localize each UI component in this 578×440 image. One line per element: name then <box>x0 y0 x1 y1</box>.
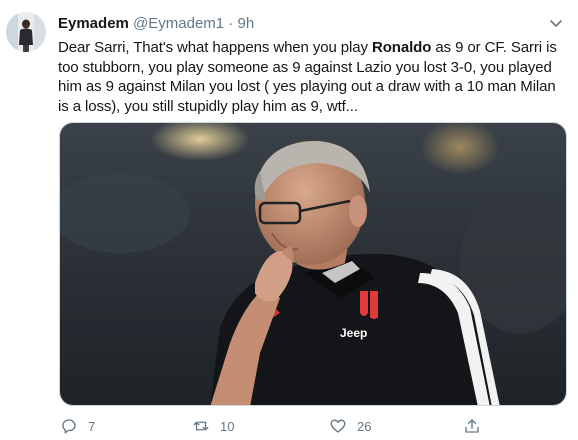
chevron-down-icon <box>550 20 562 27</box>
jersey-sponsor-text: Jeep <box>340 326 367 340</box>
retweet-button[interactable]: 10 <box>192 414 234 438</box>
heart-icon <box>330 419 346 433</box>
avatar[interactable] <box>6 12 46 52</box>
tweet-text-part1: Dear Sarri, That's what happens when you… <box>58 39 372 56</box>
retweet-icon <box>193 421 209 431</box>
tweet: Eymadem @Eymadem1 · 9h Dear Sarri, That'… <box>0 0 578 440</box>
tweet-header: Eymadem @Eymadem1 · 9h <box>58 14 254 34</box>
like-count: 26 <box>357 418 372 434</box>
reply-button[interactable]: 7 <box>60 414 95 438</box>
share-button[interactable] <box>463 414 481 438</box>
share-icon <box>465 419 479 433</box>
more-options-button[interactable] <box>548 15 564 31</box>
tweet-timestamp[interactable]: 9h <box>237 15 254 32</box>
tweet-photo: Jeep <box>60 123 566 405</box>
tweet-text-bold: Ronaldo <box>372 39 432 56</box>
reply-icon <box>62 419 76 434</box>
author-handle[interactable]: @Eymadem1 <box>133 15 224 32</box>
retweet-count: 10 <box>220 418 235 434</box>
author-name[interactable]: Eymadem <box>58 15 129 32</box>
tweet-actions: 7 10 26 <box>0 414 578 440</box>
tweet-image[interactable]: Jeep <box>59 122 567 406</box>
tweet-text: Dear Sarri, That's what happens when you… <box>58 38 568 116</box>
reply-count: 7 <box>88 418 96 434</box>
header-separator: · <box>228 15 234 32</box>
like-button[interactable]: 26 <box>329 414 371 438</box>
